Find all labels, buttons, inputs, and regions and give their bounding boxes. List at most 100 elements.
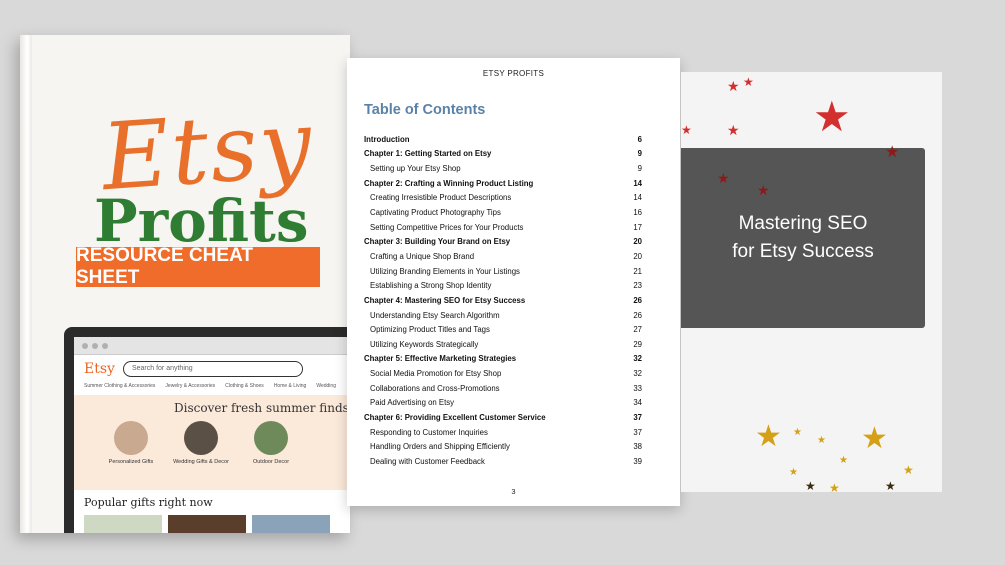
toc-entry-text: Setting up Your Etsy Shop xyxy=(370,164,461,174)
toc-chapter-row: Chapter 5: Effective Marketing Strategie… xyxy=(364,352,642,367)
etsy-popular-heading: Popular gifts right now xyxy=(84,496,213,509)
star-icon: ★ xyxy=(903,463,914,477)
star-icon: ★ xyxy=(681,123,692,137)
etsy-category: Clothing & Shoes xyxy=(225,383,264,389)
page-header: ETSY PROFITS xyxy=(482,69,545,78)
page-number: 3 xyxy=(511,487,516,496)
star-icon: ★ xyxy=(755,419,782,454)
star-icon: ★ xyxy=(839,455,848,466)
product-thumbnail xyxy=(84,515,162,533)
toc-entry-page: 26 xyxy=(633,310,642,320)
toc-entry-page: 20 xyxy=(633,251,642,261)
toc-entry-text: Collaborations and Cross-Promotions xyxy=(370,383,500,393)
etsy-circle-item: Outdoor Decor xyxy=(236,421,306,465)
toc-entry-text: Creating Irresistible Product Descriptio… xyxy=(370,193,512,203)
toc-entry-page: 34 xyxy=(633,398,642,408)
star-icon: ★ xyxy=(885,479,896,492)
toc-entry-page: 32 xyxy=(633,369,642,379)
toc-section-row: Setting up Your Etsy Shop 9 xyxy=(364,161,642,176)
etsy-circle-label: Personalized Gifts xyxy=(108,459,154,465)
toc-title: Table of Contents xyxy=(364,102,486,118)
toc-list: Introduction 6 Chapter 1: Getting Started … xyxy=(364,132,642,469)
toc-entry-text: Utilizing Branding Elements in Your List… xyxy=(370,266,520,276)
toc-section-row: Social Media Promotion for Etsy Shop 32 xyxy=(364,366,642,381)
star-icon: ★ xyxy=(793,427,802,438)
toc-section-row: Establishing a Strong Shop Identity 23 xyxy=(364,278,642,293)
toc-entry-text: Utilizing Keywords Strategically xyxy=(370,339,479,349)
toc-entry-text: Chapter 1: Getting Started on Etsy xyxy=(364,149,492,159)
star-icon: ★ xyxy=(789,467,798,478)
cover-banner: RESOURCE CHEAT SHEET xyxy=(76,245,320,288)
toc-section-row: Dealing with Customer Feedback 39 xyxy=(364,454,642,469)
etsy-circle-item: Personalized Gifts xyxy=(96,421,166,465)
toc-entry-text: Chapter 5: Effective Marketing Strategie… xyxy=(364,354,517,364)
book-spine xyxy=(20,35,32,533)
toc-chapter-row: Chapter 1: Getting Started on Etsy 9 xyxy=(364,147,642,162)
etsy-circle-item: Wedding Gifts & Decor xyxy=(166,421,236,465)
slide-title-line: Mastering SEO xyxy=(738,213,868,234)
etsy-logo: Etsy xyxy=(84,361,115,377)
toc-section-row: Handling Orders and Shipping Efficiently… xyxy=(364,439,642,454)
star-icon: ★ xyxy=(817,435,826,446)
toc-entry-page: 38 xyxy=(633,442,642,452)
toc-entry-text: Paid Advertising on Etsy xyxy=(370,398,455,408)
browser-bar xyxy=(74,337,350,355)
etsy-category-bar: Summer Clothing & Accessories Jewelry & … xyxy=(74,383,350,389)
toc-entry-page: 14 xyxy=(633,178,642,188)
star-icon: ★ xyxy=(727,79,740,95)
toc-entry-text: Crafting a Unique Shop Brand xyxy=(370,251,475,261)
etsy-hero-text: Discover fresh summer finds xyxy=(174,401,349,415)
etsy-header: Etsy Search for anything xyxy=(74,355,350,383)
toc-entry-text: Responding to Customer Inquiries xyxy=(370,427,488,437)
toc-entry-text: Social Media Promotion for Etsy Shop xyxy=(370,369,502,379)
slide-preview: Mastering SEO for Etsy Success ★ ★ ★ ★ ★… xyxy=(681,72,942,492)
toc-entry-page: 39 xyxy=(633,456,642,466)
toc-entry-page: 21 xyxy=(633,266,642,276)
etsy-circle-label: Wedding Gifts & Decor xyxy=(173,459,229,465)
toc-section-row: Crafting a Unique Shop Brand 20 xyxy=(364,249,642,264)
toc-entry-page: 26 xyxy=(633,295,642,305)
star-icon: ★ xyxy=(813,92,851,141)
toc-entry-page: 6 xyxy=(637,134,642,144)
star-icon: ★ xyxy=(829,481,840,492)
toc-chapter-row: Chapter 6: Providing Excellent Customer … xyxy=(364,410,642,425)
etsy-category: Home & Living xyxy=(273,383,307,389)
toc-entry-page: 9 xyxy=(637,149,642,159)
etsy-hero: Discover fresh summer finds Personalized… xyxy=(74,395,350,490)
toc-section-row: Understanding Etsy Search Algorithm 26 xyxy=(364,308,642,323)
laptop-screen: Etsy Search for anything Summer Clothing… xyxy=(74,337,350,533)
toc-entry-page: 27 xyxy=(633,325,642,335)
etsy-circle-label: Outdoor Decor xyxy=(252,459,290,465)
toc-entry-page: 33 xyxy=(633,383,642,393)
toc-entry-text: Chapter 2: Crafting a Winning Product Li… xyxy=(364,178,534,188)
toc-section-row: Utilizing Branding Elements in Your List… xyxy=(364,264,642,279)
toc-chapter-row: Introduction 6 xyxy=(364,132,642,147)
toc-entry-text: Handling Orders and Shipping Efficiently xyxy=(370,442,510,452)
etsy-search-input: Search for anything xyxy=(122,361,303,377)
toc-entry-text: Captivating Product Photography Tips xyxy=(370,208,501,218)
toc-entry-text: Chapter 3: Building Your Brand on Etsy xyxy=(364,237,511,247)
etsy-thumbnails xyxy=(74,515,350,533)
slide-title-line: for Etsy Success xyxy=(732,241,874,262)
toc-entry-text: Understanding Etsy Search Algorithm xyxy=(370,310,500,320)
toc-section-row: Creating Irresistible Product Descriptio… xyxy=(364,191,642,206)
toc-section-row: Optimizing Product Titles and Tags 27 xyxy=(364,322,642,337)
toc-chapter-row: Chapter 4: Mastering SEO for Etsy Succes… xyxy=(364,293,642,308)
toc-entry-text: Introduction xyxy=(364,134,410,144)
toc-section-row: Setting Competitive Prices for Your Prod… xyxy=(364,220,642,235)
toc-entry-page: 32 xyxy=(633,354,642,364)
star-icon: ★ xyxy=(885,142,900,161)
toc-entry-text: Chapter 6: Providing Excellent Customer … xyxy=(364,412,546,422)
toc-chapter-row: Chapter 2: Crafting a Winning Product Li… xyxy=(364,176,642,191)
toc-section-row: Collaborations and Cross-Promotions 33 xyxy=(364,381,642,396)
etsy-category: Summer Clothing & Accessories xyxy=(84,383,156,389)
star-icon: ★ xyxy=(757,183,770,199)
star-icon: ★ xyxy=(727,123,740,139)
toc-chapter-row: Chapter 3: Building Your Brand on Etsy 20 xyxy=(364,234,642,249)
toc-entry-text: Setting Competitive Prices for Your Prod… xyxy=(370,222,524,232)
etsy-category: Jewelry & Accessories xyxy=(165,383,216,389)
toc-entry-page: 23 xyxy=(633,281,642,291)
toc-entry-page: 37 xyxy=(633,412,642,422)
toc-section-row: Responding to Customer Inquiries 37 xyxy=(364,425,642,440)
etsy-category: Wedding xyxy=(316,383,336,389)
